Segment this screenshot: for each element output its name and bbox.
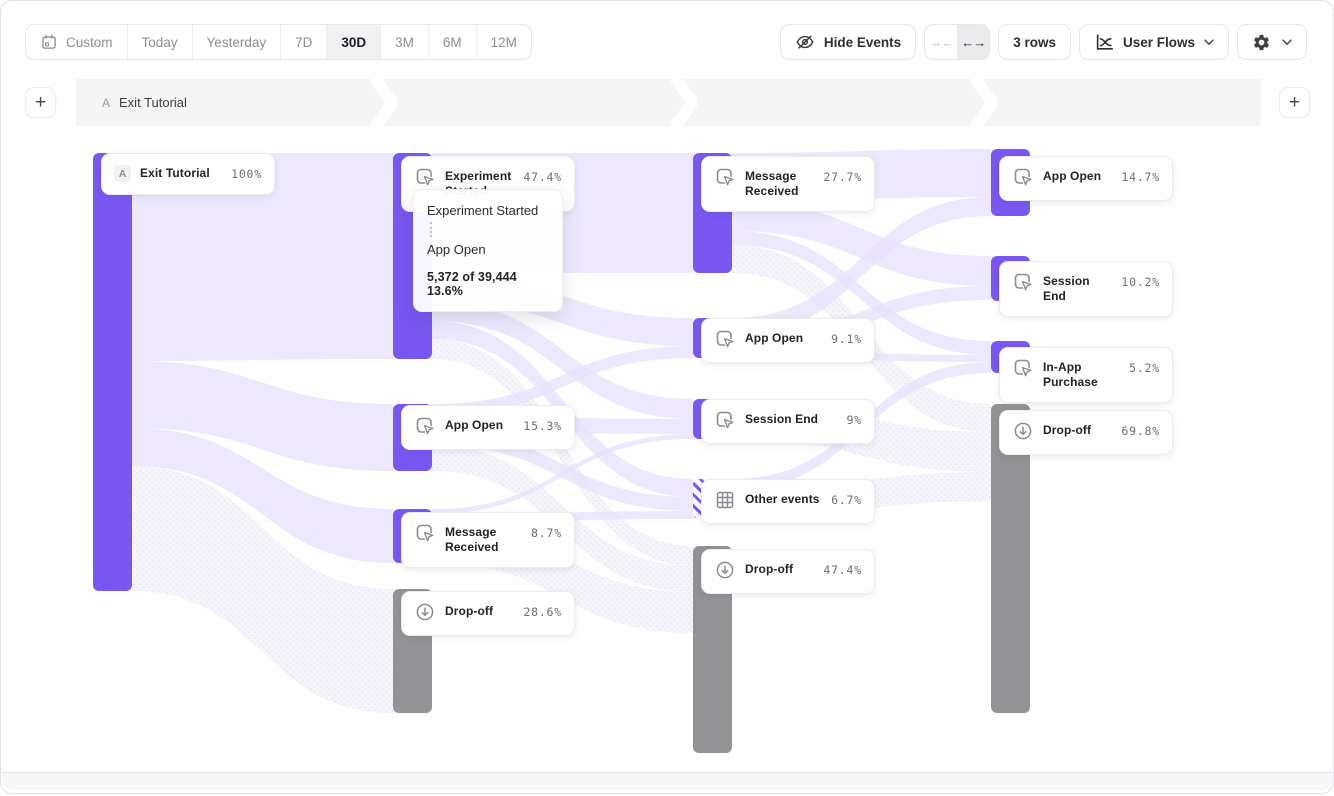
node-label: Message Received xyxy=(745,169,814,199)
grid-icon xyxy=(714,489,736,511)
flow-node-card-drop4[interactable]: Drop-off 69.8% xyxy=(999,410,1173,455)
drop-off-icon xyxy=(1012,420,1034,442)
drop-off-icon xyxy=(714,559,736,581)
node-percent: 47.4% xyxy=(523,170,562,184)
cursor-click-icon xyxy=(714,409,736,431)
flow-node-card-app2[interactable]: App Open 15.3% xyxy=(401,405,575,450)
flow-node-card-drop3[interactable]: Drop-off 47.4% xyxy=(701,549,875,594)
cursor-click-icon xyxy=(714,328,736,350)
step-a-badge: A xyxy=(114,165,131,182)
node-percent: 69.8% xyxy=(1121,424,1160,438)
node-percent: 47.4% xyxy=(823,563,862,577)
node-percent: 5.2% xyxy=(1129,361,1160,375)
tooltip-stat: 5,372 of 39,444 13.6% xyxy=(427,270,549,298)
node-label: Drop-off xyxy=(445,604,514,619)
node-label: Drop-off xyxy=(1043,423,1112,438)
flow-node-card-sess3[interactable]: Session End 9% xyxy=(701,399,875,444)
node-label: Message Received xyxy=(445,525,522,555)
node-percent: 27.7% xyxy=(823,170,862,184)
node-percent: 8.7% xyxy=(531,526,562,540)
node-percent: 6.7% xyxy=(831,493,862,507)
flow-node-card-app3[interactable]: App Open 9.1% xyxy=(701,318,875,363)
node-percent: 100% xyxy=(231,167,262,181)
flow-node-card-msg2[interactable]: Message Received 8.7% xyxy=(401,512,575,568)
tooltip-source-event: Experiment Started xyxy=(427,203,549,218)
flow-node-card-app4[interactable]: App Open 14.7% xyxy=(999,156,1173,201)
cursor-click-icon xyxy=(1012,357,1034,379)
drop-off-icon xyxy=(414,601,436,623)
flow-node-card-sess4[interactable]: Session End 10.2% xyxy=(999,261,1173,317)
flow-node-bar-exit[interactable] xyxy=(93,153,132,591)
cursor-click-icon xyxy=(1012,166,1034,188)
horizontal-scrollbar-track[interactable] xyxy=(2,772,1332,790)
tooltip-target-event: App Open xyxy=(427,242,549,257)
node-percent: 9.1% xyxy=(831,332,862,346)
flow-node-card-exit[interactable]: A Exit Tutorial 100% xyxy=(101,153,275,195)
node-label: Exit Tutorial xyxy=(140,166,222,181)
node-label: Session End xyxy=(1043,274,1112,304)
node-percent: 10.2% xyxy=(1121,275,1160,289)
flow-node-card-msg3[interactable]: Message Received 27.7% xyxy=(701,156,875,212)
flow-node-card-other3[interactable]: Other events 6.7% xyxy=(701,479,875,524)
node-label: App Open xyxy=(1043,169,1112,184)
cursor-click-icon xyxy=(414,522,436,544)
cursor-click-icon xyxy=(414,166,436,188)
node-percent: 14.7% xyxy=(1121,170,1160,184)
node-label: App Open xyxy=(745,331,822,346)
tooltip-connector-dots-icon xyxy=(430,222,432,237)
cursor-click-icon xyxy=(1012,271,1034,293)
node-label: In-App Purchase xyxy=(1043,360,1120,390)
node-label: App Open xyxy=(445,418,514,433)
node-percent: 9% xyxy=(847,413,862,427)
node-label: Drop-off xyxy=(745,562,814,577)
flow-node-card-inapp4[interactable]: In-App Purchase 5.2% xyxy=(999,347,1173,403)
node-percent: 28.6% xyxy=(523,605,562,619)
user-flows-app: CustomTodayYesterday7D30D3M6M12M Hide Ev… xyxy=(0,0,1334,794)
cursor-click-icon xyxy=(714,166,736,188)
flow-node-card-drop2[interactable]: Drop-off 28.6% xyxy=(401,591,575,636)
node-label: Session End xyxy=(745,412,838,427)
cursor-click-icon xyxy=(414,415,436,437)
node-label: Other events xyxy=(745,492,822,507)
link-tooltip: Experiment Started App Open 5,372 of 39,… xyxy=(413,189,563,312)
node-percent: 15.3% xyxy=(523,419,562,433)
